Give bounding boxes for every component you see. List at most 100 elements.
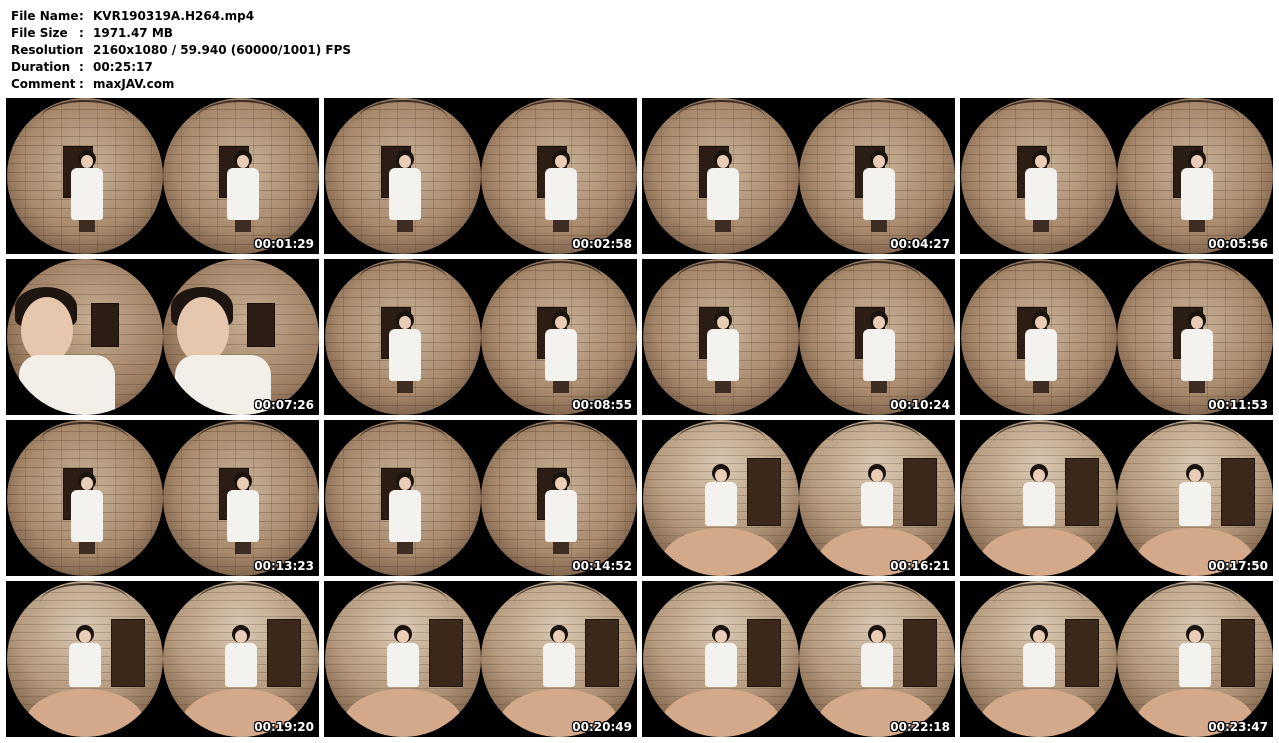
scene-image (1117, 98, 1273, 254)
thumbnail-frame[interactable]: 00:23:47 (960, 581, 1273, 737)
scene-image (481, 98, 637, 254)
scene-image (1117, 581, 1273, 737)
file-info-panel: File Name : KVR190319A.H264.mp4 File Siz… (11, 8, 351, 93)
fisheye-view-right (481, 581, 637, 737)
fisheye-view-left (7, 98, 163, 254)
thumbnail-frame[interactable]: 00:10:24 (642, 259, 955, 415)
timestamp-label: 00:16:21 (890, 559, 950, 573)
fisheye-view-right (163, 420, 319, 576)
fisheye-view-right (481, 420, 637, 576)
comment-label: Comment (11, 77, 76, 91)
fisheye-view-right (1117, 581, 1273, 737)
fisheye-view-left (643, 98, 799, 254)
separator: : (79, 43, 84, 57)
thumbnail-frame[interactable]: 00:01:29 (6, 98, 319, 254)
fisheye-view-right (163, 259, 319, 415)
thumbnail-frame[interactable]: 00:19:20 (6, 581, 319, 737)
fisheye-view-left (325, 98, 481, 254)
fisheye-view-right (481, 98, 637, 254)
fisheye-view-left (643, 420, 799, 576)
timestamp-label: 00:02:58 (572, 237, 632, 251)
timestamp-label: 00:04:27 (890, 237, 950, 251)
fisheye-view-left (7, 420, 163, 576)
scene-image (7, 98, 163, 254)
scene-image (799, 581, 955, 737)
file-size-row: File Size : 1971.47 MB (11, 25, 351, 42)
thumbnail-frame[interactable]: 00:04:27 (642, 98, 955, 254)
scene-image (163, 420, 319, 576)
fisheye-view-left (961, 581, 1117, 737)
timestamp-label: 00:14:52 (572, 559, 632, 573)
resolution-label: Resolution (11, 43, 84, 57)
timestamp-label: 00:13:23 (254, 559, 314, 573)
fisheye-view-right (1117, 259, 1273, 415)
fisheye-view-left (7, 581, 163, 737)
thumbnail-grid: 00:01:29 00:02:58 00:04:27 00:05:56 00:07:26… (6, 98, 1273, 738)
fisheye-view-left (643, 581, 799, 737)
resolution-row: Resolution : 2160x1080 / 59.940 (60000/1… (11, 42, 351, 59)
fisheye-view-right (163, 581, 319, 737)
thumbnail-frame[interactable]: 00:02:58 (324, 98, 637, 254)
scene-image (481, 420, 637, 576)
resolution-value: 2160x1080 / 59.940 (60000/1001) FPS (93, 43, 352, 57)
fisheye-view-left (643, 259, 799, 415)
fisheye-view-right (799, 581, 955, 737)
timestamp-label: 00:07:26 (254, 398, 314, 412)
scene-image (643, 581, 799, 737)
thumbnail-frame[interactable]: 00:20:49 (324, 581, 637, 737)
scene-image (163, 98, 319, 254)
scene-image (163, 259, 319, 415)
thumbnail-frame[interactable]: 00:07:26 (6, 259, 319, 415)
duration-label: Duration (11, 60, 71, 74)
scene-image (325, 420, 481, 576)
timestamp-label: 00:11:53 (1208, 398, 1268, 412)
separator: : (79, 60, 84, 74)
scene-image (1117, 259, 1273, 415)
comment-value: maxJAV.com (93, 77, 175, 91)
duration-row: Duration : 00:25:17 (11, 59, 351, 76)
thumbnail-frame[interactable]: 00:13:23 (6, 420, 319, 576)
scene-image (643, 259, 799, 415)
scene-image (961, 259, 1117, 415)
fisheye-view-left (961, 98, 1117, 254)
file-size-label: File Size (11, 26, 68, 40)
fisheye-view-left (7, 259, 163, 415)
scene-image (7, 581, 163, 737)
file-name-value: KVR190319A.H264.mp4 (93, 9, 255, 23)
scene-image (961, 98, 1117, 254)
comment-row: Comment : maxJAV.com (11, 76, 351, 93)
thumbnail-frame[interactable]: 00:11:53 (960, 259, 1273, 415)
scene-image (799, 420, 955, 576)
thumbnail-frame[interactable]: 00:05:56 (960, 98, 1273, 254)
fisheye-view-right (1117, 420, 1273, 576)
fisheye-view-right (799, 98, 955, 254)
fisheye-view-right (163, 98, 319, 254)
thumbnail-frame[interactable]: 00:17:50 (960, 420, 1273, 576)
scene-image (163, 581, 319, 737)
timestamp-label: 00:19:20 (254, 720, 314, 734)
fisheye-view-right (481, 259, 637, 415)
timestamp-label: 00:10:24 (890, 398, 950, 412)
timestamp-label: 00:08:55 (572, 398, 632, 412)
scene-image (7, 259, 163, 415)
timestamp-label: 00:23:47 (1208, 720, 1268, 734)
timestamp-label: 00:22:18 (890, 720, 950, 734)
separator: : (79, 26, 84, 40)
scene-image (325, 581, 481, 737)
timestamp-label: 00:01:29 (254, 237, 314, 251)
thumbnail-frame[interactable]: 00:14:52 (324, 420, 637, 576)
file-name-row: File Name : KVR190319A.H264.mp4 (11, 8, 351, 25)
thumbnail-frame[interactable]: 00:22:18 (642, 581, 955, 737)
thumbnail-frame[interactable]: 00:08:55 (324, 259, 637, 415)
fisheye-view-left (961, 420, 1117, 576)
fisheye-view-left (325, 581, 481, 737)
scene-image (481, 581, 637, 737)
thumbnail-frame[interactable]: 00:16:21 (642, 420, 955, 576)
scene-image (799, 98, 955, 254)
fisheye-view-right (1117, 98, 1273, 254)
timestamp-label: 00:17:50 (1208, 559, 1268, 573)
scene-image (325, 259, 481, 415)
fisheye-view-left (961, 259, 1117, 415)
file-name-label: File Name (11, 9, 79, 23)
scene-image (481, 259, 637, 415)
